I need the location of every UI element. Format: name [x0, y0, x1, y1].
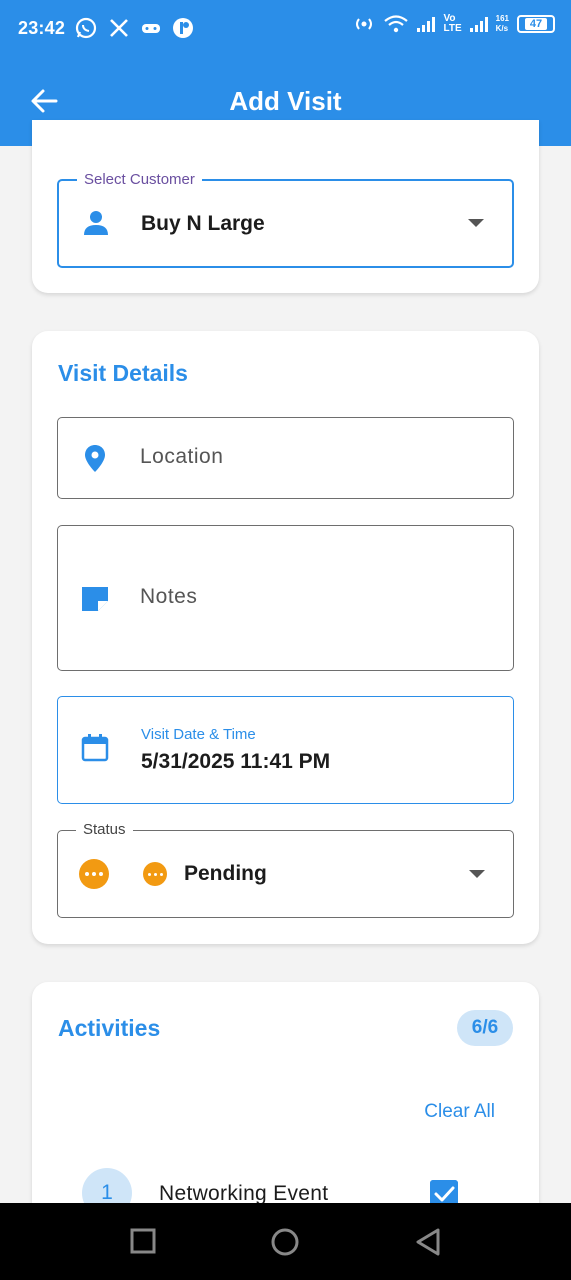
- home-icon[interactable]: [270, 1227, 300, 1257]
- app-notification-icon: [173, 18, 193, 38]
- customer-select-label: Select Customer: [77, 171, 202, 189]
- status-bar: 23:42 Vo LTE 161 K/s 47: [0, 0, 571, 56]
- customer-select[interactable]: Select Customer Buy N Large: [57, 171, 514, 268]
- location-placeholder: Location: [140, 445, 224, 468]
- pending-status-icon: [143, 862, 167, 886]
- activities-count-badge: 6/6: [457, 1010, 513, 1046]
- volte-indicator: Vo LTE: [443, 13, 462, 34]
- status-value: Pending: [184, 862, 267, 885]
- system-nav-bar: [0, 1203, 571, 1280]
- notification-icons: [74, 16, 194, 40]
- chevron-down-icon: [469, 870, 485, 878]
- visit-details-card: Visit Details Location Notes Visit Date …: [32, 331, 539, 944]
- gamepad-icon: [142, 24, 160, 33]
- calendar-icon: [81, 734, 109, 762]
- pending-status-icon: [79, 859, 109, 889]
- location-pin-icon: [85, 445, 105, 472]
- network-speed: 161 K/s: [495, 14, 509, 33]
- visit-datetime-value: 5/31/2025 11:41 PM: [141, 750, 331, 773]
- battery-level: 47: [524, 18, 548, 30]
- page-title: Add Visit: [229, 86, 342, 116]
- battery-icon: 47: [517, 15, 555, 33]
- section-title-visit-details: Visit Details: [58, 360, 188, 386]
- customer-card: Select Customer Buy N Large: [32, 120, 539, 293]
- notes-placeholder: Notes: [140, 585, 198, 608]
- status-select[interactable]: Status Pending: [57, 821, 514, 918]
- status-time: 23:42: [18, 18, 66, 38]
- signal-bars-icon: [417, 16, 436, 32]
- visit-datetime-field[interactable]: Visit Date & Time 5/31/2025 11:41 PM: [57, 696, 514, 804]
- location-input[interactable]: Location: [57, 417, 514, 499]
- section-title-activities: Activities: [58, 1015, 161, 1041]
- signal-bars-icon: [469, 16, 488, 32]
- person-icon: [84, 211, 108, 235]
- customer-value: Buy N Large: [141, 212, 265, 235]
- x-icon: [110, 19, 128, 37]
- note-icon: [82, 587, 108, 611]
- whatsapp-icon: [75, 17, 97, 39]
- recents-icon[interactable]: [129, 1227, 157, 1255]
- visit-datetime-label: Visit Date & Time: [141, 726, 256, 743]
- hotspot-icon: [356, 18, 373, 30]
- back-nav-icon[interactable]: [414, 1227, 442, 1257]
- clear-all-button[interactable]: Clear All: [424, 1101, 495, 1123]
- chevron-down-icon: [468, 219, 484, 227]
- wifi-icon: [384, 15, 409, 33]
- system-icons: Vo LTE 161 K/s 47: [353, 14, 555, 34]
- notes-input[interactable]: Notes: [57, 525, 514, 671]
- status-select-label: Status: [76, 821, 133, 839]
